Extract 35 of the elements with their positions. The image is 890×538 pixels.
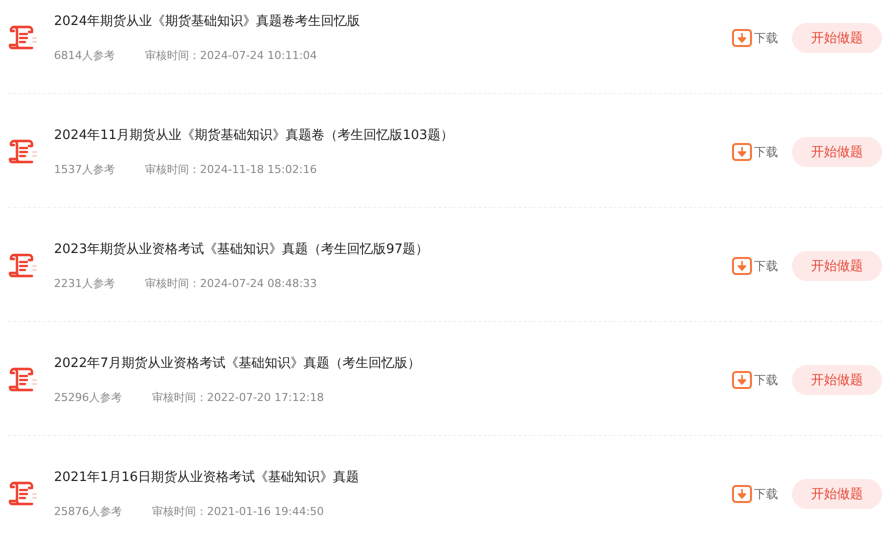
start-button[interactable]: 开始做题 <box>792 23 882 53</box>
start-button[interactable]: 开始做题 <box>792 137 882 167</box>
review-time: 审核时间：2022-07-20 17:12:18 <box>152 390 324 406</box>
scroll-icon <box>8 252 38 280</box>
download-link[interactable]: 下载 <box>732 143 778 161</box>
review-time: 审核时间：2024-11-18 15:02:16 <box>145 162 317 178</box>
participant-count: 2231人参考 <box>54 276 115 292</box>
paper-title[interactable]: 2024年11月期货从业《期货基础知识》真题卷（考生回忆版103题） <box>54 126 732 146</box>
download-icon <box>732 29 752 47</box>
download-link[interactable]: 下载 <box>732 257 778 275</box>
review-time: 审核时间：2024-07-24 10:11:04 <box>145 48 317 64</box>
download-icon <box>732 257 752 275</box>
participant-count: 25876人参考 <box>54 504 122 520</box>
download-link[interactable]: 下载 <box>732 371 778 389</box>
review-time: 审核时间：2021-01-16 19:44:50 <box>152 504 324 520</box>
scroll-icon <box>8 138 38 166</box>
scroll-icon <box>8 366 38 394</box>
download-link[interactable]: 下载 <box>732 29 778 47</box>
download-icon <box>732 143 752 161</box>
paper-title[interactable]: 2023年期货从业资格考试《基础知识》真题（考生回忆版97题） <box>54 240 732 260</box>
scroll-icon <box>8 24 38 52</box>
start-button[interactable]: 开始做题 <box>792 479 882 509</box>
participant-count: 1537人参考 <box>54 162 115 178</box>
download-link[interactable]: 下载 <box>732 485 778 503</box>
participant-count: 6814人参考 <box>54 48 115 64</box>
start-button[interactable]: 开始做题 <box>792 365 882 395</box>
scroll-icon <box>8 480 38 508</box>
review-time: 审核时间：2024-07-24 08:48:33 <box>145 276 317 292</box>
start-button[interactable]: 开始做题 <box>792 251 882 281</box>
paper-title[interactable]: 2024年期货从业《期货基础知识》真题卷考生回忆版 <box>54 12 732 32</box>
download-icon <box>732 485 752 503</box>
participant-count: 25296人参考 <box>54 390 122 406</box>
download-icon <box>732 371 752 389</box>
paper-title[interactable]: 2022年7月期货从业资格考试《基础知识》真题（考生回忆版） <box>54 354 732 374</box>
paper-title[interactable]: 2021年1月16日期货从业资格考试《基础知识》真题 <box>54 468 732 488</box>
